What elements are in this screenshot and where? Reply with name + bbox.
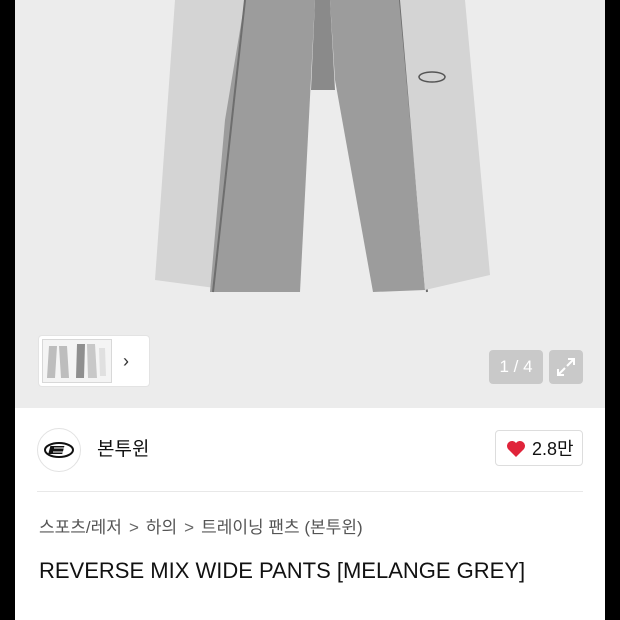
store-name[interactable]: 본투윈 — [97, 437, 149, 463]
store-row: 본투윈 2.8만 — [15, 408, 605, 492]
product-image-gallery[interactable]: › 1 / 4 — [15, 0, 605, 408]
breadcrumb-item[interactable]: 하의 — [146, 516, 177, 540]
expand-button[interactable] — [549, 350, 583, 384]
image-pager: 1 / 4 — [489, 350, 543, 384]
chevron-right-icon[interactable]: › — [123, 349, 129, 373]
breadcrumb-separator: > — [184, 518, 195, 537]
product-title: REVERSE MIX WIDE PANTS [MELANGE GREY] — [39, 558, 526, 583]
brand-logo-icon — [44, 442, 74, 458]
heart-icon — [507, 441, 525, 457]
store-avatar[interactable] — [37, 428, 81, 472]
breadcrumb-item[interactable]: 스포츠/레저 — [39, 516, 122, 540]
thumbnail-strip[interactable]: › — [39, 336, 149, 386]
like-button[interactable]: 2.8만 — [495, 430, 583, 466]
divider — [37, 491, 583, 492]
like-count: 2.8만 — [532, 439, 574, 459]
product-page: › 1 / 4 본투윈 2.8만 스포츠/레저 > 하의 > 트레이닝 팬츠 (… — [15, 0, 605, 620]
thumbnail-image[interactable] — [42, 339, 112, 383]
breadcrumb-item[interactable]: 트레이닝 팬츠 (본투윈) — [201, 516, 363, 540]
breadcrumb: 스포츠/레저 > 하의 > 트레이닝 팬츠 (본투윈) — [39, 516, 363, 540]
breadcrumb-separator: > — [128, 518, 139, 537]
expand-arrows-icon — [557, 358, 575, 376]
